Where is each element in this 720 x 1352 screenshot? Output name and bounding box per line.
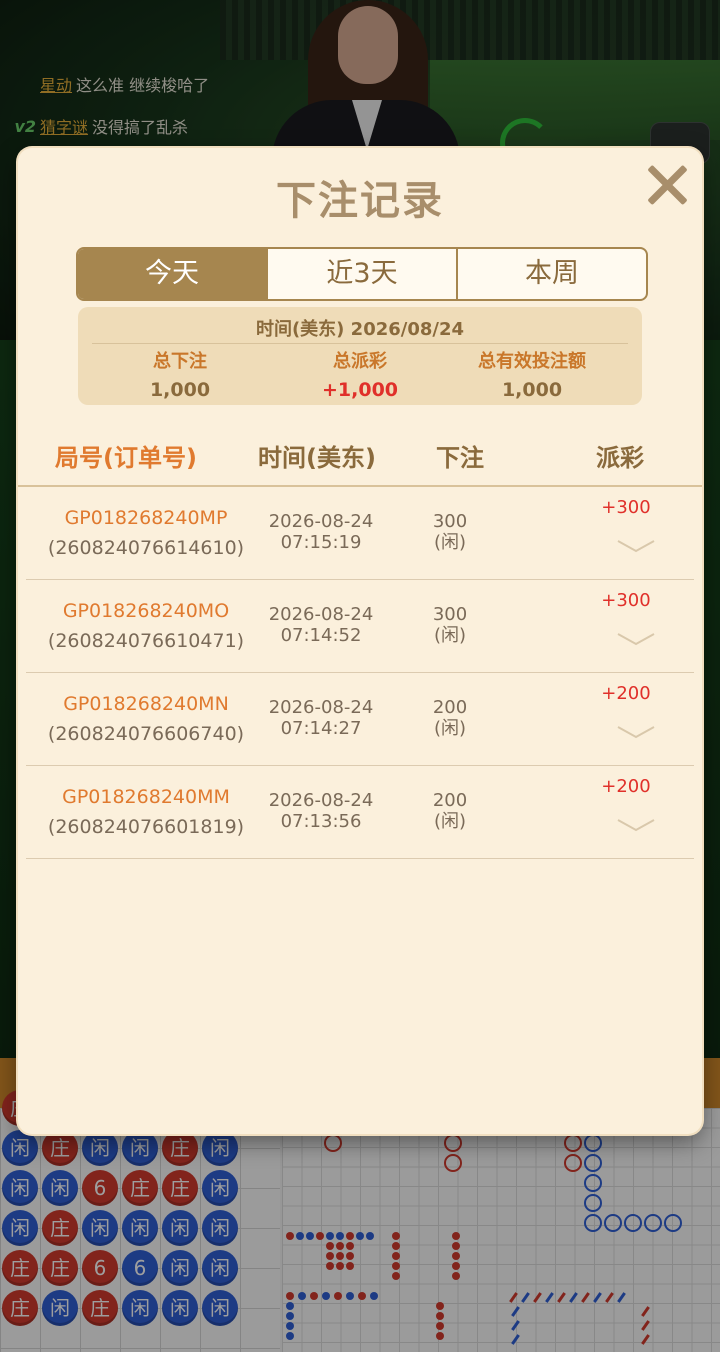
payout-amount: +200 [601, 683, 651, 704]
summary-card: 时间(美东) 2026/08/24 总下注 1,000 总派彩 +1,000 总… [78, 307, 642, 405]
column-round: 局号(订单号) [55, 444, 197, 472]
bet-time: 07:14:52 [280, 625, 362, 646]
chevron-down-icon[interactable] [616, 539, 656, 553]
bet-time: 07:14:27 [280, 718, 362, 739]
bet-record-row[interactable]: GP018268240MN (260824076606740) 2026-08-24… [26, 673, 694, 766]
close-icon[interactable] [638, 156, 696, 214]
bet-date: 2026-08-24 [268, 604, 374, 625]
bet-time: 07:15:19 [280, 532, 362, 553]
total-payout: 总派彩 +1,000 [266, 347, 454, 401]
bet-record-row[interactable]: GP018268240MP (260824076614610) 2026-08-24… [26, 487, 694, 580]
bet-side: (闲) [433, 625, 467, 646]
table-header: 局号(订单号) 时间(美东) 下注 派彩 [18, 438, 702, 478]
column-time: 时间(美东) [258, 444, 376, 472]
order-id: (260824076606740) [47, 723, 245, 745]
total-bet-label: 总下注 [153, 351, 207, 372]
bet-record-row[interactable]: GP018268240MO (260824076610471) 2026-08-24… [26, 580, 694, 673]
bet-side: (闲) [433, 811, 467, 832]
round-cell: GP018268240MO (260824076610471) [36, 596, 256, 656]
valid-bet: 总有效投注额 1,000 [438, 347, 626, 401]
bet-record-row[interactable]: GP018268240MM (260824076601819) 2026-08-24… [26, 766, 694, 859]
divider [92, 343, 628, 344]
chevron-down-icon[interactable] [616, 818, 656, 832]
chevron-down-icon[interactable] [616, 725, 656, 739]
game-screen: 星动 这么准 继续梭哈了 v2 猜字谜 没得搞了乱杀 庄闲庄闲庄闲闲闲庄闲闲庄闲… [0, 0, 720, 1352]
bet-side: (闲) [433, 718, 467, 739]
payout-amount: +300 [601, 497, 651, 518]
tab-this-week[interactable]: 本周 [458, 249, 646, 299]
round-id: GP018268240MM [62, 786, 230, 808]
round-id: GP018268240MN [63, 693, 229, 715]
bet-cell: 200 (闲) [406, 697, 494, 739]
bet-date: 2026-08-24 [268, 697, 374, 718]
valid-bet-label: 总有效投注额 [478, 351, 586, 372]
time-cell: 2026-08-24 07:15:19 [256, 511, 386, 553]
round-cell: GP018268240MP (260824076614610) [36, 503, 256, 563]
summary-date: 时间(美东) 2026/08/24 [255, 319, 465, 340]
total-payout-value: +1,000 [321, 379, 399, 401]
order-id: (260824076601819) [47, 816, 245, 838]
bet-cell: 200 (闲) [406, 790, 494, 832]
bet-date: 2026-08-24 [268, 790, 374, 811]
bet-amount: 300 [432, 511, 468, 532]
total-bet-value: 1,000 [149, 379, 211, 401]
dialog-title: 下注记录 [276, 178, 444, 224]
column-bet: 下注 [436, 444, 484, 472]
valid-bet-value: 1,000 [501, 379, 563, 401]
bet-cell: 300 (闲) [406, 604, 494, 646]
chevron-down-icon[interactable] [616, 632, 656, 646]
order-id: (260824076610471) [47, 630, 245, 652]
bet-date: 2026-08-24 [268, 511, 374, 532]
payout-amount: +200 [601, 776, 651, 797]
bet-time: 07:13:56 [280, 811, 362, 832]
time-cell: 2026-08-24 07:14:27 [256, 697, 386, 739]
total-bet: 总下注 1,000 [86, 347, 274, 401]
bet-amount: 200 [432, 790, 468, 811]
time-cell: 2026-08-24 07:14:52 [256, 604, 386, 646]
date-range-tabs: 今天 近3天 本周 [76, 247, 648, 301]
round-id: GP018268240MO [62, 600, 230, 622]
bet-side: (闲) [433, 532, 467, 553]
round-cell: GP018268240MM (260824076601819) [36, 782, 256, 842]
bet-history-dialog: 下注记录 今天 近3天 本周 时间(美东) 2026/08/24 总下注 1,0… [18, 148, 702, 1134]
bet-amount: 200 [432, 697, 468, 718]
round-cell: GP018268240MN (260824076606740) [36, 689, 256, 749]
round-id: GP018268240MP [64, 507, 228, 529]
payout-amount: +300 [601, 590, 651, 611]
total-payout-label: 总派彩 [333, 351, 387, 372]
tab-today[interactable]: 今天 [78, 249, 268, 299]
time-cell: 2026-08-24 07:13:56 [256, 790, 386, 832]
order-id: (260824076614610) [47, 537, 245, 559]
bet-amount: 300 [432, 604, 468, 625]
bet-cell: 300 (闲) [406, 511, 494, 553]
column-payout: 派彩 [596, 444, 644, 472]
tab-3days[interactable]: 近3天 [268, 249, 458, 299]
